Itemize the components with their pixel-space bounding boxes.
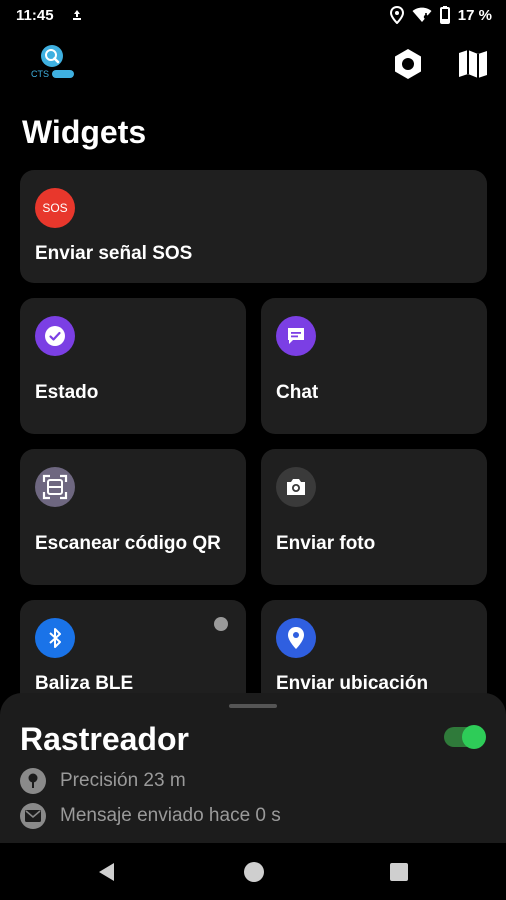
sos-icon: SOS xyxy=(35,188,75,228)
page-title: Widgets xyxy=(22,114,147,150)
last-message-row: Mensaje enviado hace 0 s xyxy=(20,803,281,829)
envelope-icon xyxy=(20,803,46,829)
widget-label-foto: Enviar foto xyxy=(276,533,376,554)
wifi-icon xyxy=(412,7,432,22)
chat-icon xyxy=(276,316,316,356)
widget-card-sos[interactable]: SOS Enviar señal SOS xyxy=(20,170,487,283)
app-logo: CTS xyxy=(28,44,76,84)
nav-back-button[interactable] xyxy=(93,859,119,885)
sos-badge: SOS xyxy=(42,201,68,215)
ble-status-dot xyxy=(214,617,228,631)
nav-recents-button[interactable] xyxy=(386,859,412,885)
logo-text: CTS xyxy=(31,69,49,79)
last-message-text: Mensaje enviado hace 0 s xyxy=(60,805,281,826)
status-check-icon xyxy=(35,316,75,356)
qr-scan-icon xyxy=(35,467,75,507)
sheet-drag-handle[interactable] xyxy=(229,704,277,708)
widget-label-ubicacion: Enviar ubicación xyxy=(276,673,429,694)
widget-label-estado: Estado xyxy=(35,382,99,403)
widget-card-estado[interactable]: Estado xyxy=(20,298,246,434)
battery-icon xyxy=(439,6,450,24)
location-pin-icon xyxy=(276,618,316,658)
recents-icon xyxy=(390,863,408,881)
status-bar: 11:45 17 % xyxy=(0,0,506,32)
home-icon xyxy=(244,862,264,882)
toggle-knob xyxy=(462,725,486,749)
widget-card-chat[interactable]: Chat xyxy=(261,298,487,434)
widget-label-sos: Enviar señal SOS xyxy=(35,243,193,264)
tracker-toggle[interactable] xyxy=(444,725,486,749)
map-button[interactable] xyxy=(455,46,491,82)
widget-card-qr[interactable]: Escanear código QR xyxy=(20,449,246,585)
widget-label-ble: Baliza BLE xyxy=(35,673,134,694)
settings-button[interactable] xyxy=(390,46,426,82)
tracker-title: Rastreador xyxy=(20,721,189,757)
map-icon xyxy=(459,50,487,78)
back-icon xyxy=(99,863,114,881)
tracker-sheet[interactable]: Rastreador Precisión 23 m Mensaje enviad… xyxy=(0,693,506,843)
widget-label-qr: Escanear código QR xyxy=(35,533,221,554)
battery-percent: 17 % xyxy=(457,6,492,24)
camera-icon xyxy=(276,467,316,507)
location-status-icon xyxy=(389,6,404,24)
accuracy-text: Precisión 23 m xyxy=(60,770,186,791)
accuracy-icon xyxy=(20,768,46,794)
system-nav-bar xyxy=(0,843,506,900)
accuracy-row: Precisión 23 m xyxy=(20,768,186,794)
notification-icon xyxy=(73,10,81,20)
status-time: 11:45 xyxy=(16,7,54,24)
status-indicators: 17 % xyxy=(389,6,492,24)
bluetooth-icon xyxy=(35,618,75,658)
widget-card-foto[interactable]: Enviar foto xyxy=(261,449,487,585)
nav-home-button[interactable] xyxy=(241,859,267,885)
widget-label-chat: Chat xyxy=(276,382,319,403)
settings-icon xyxy=(395,49,421,79)
